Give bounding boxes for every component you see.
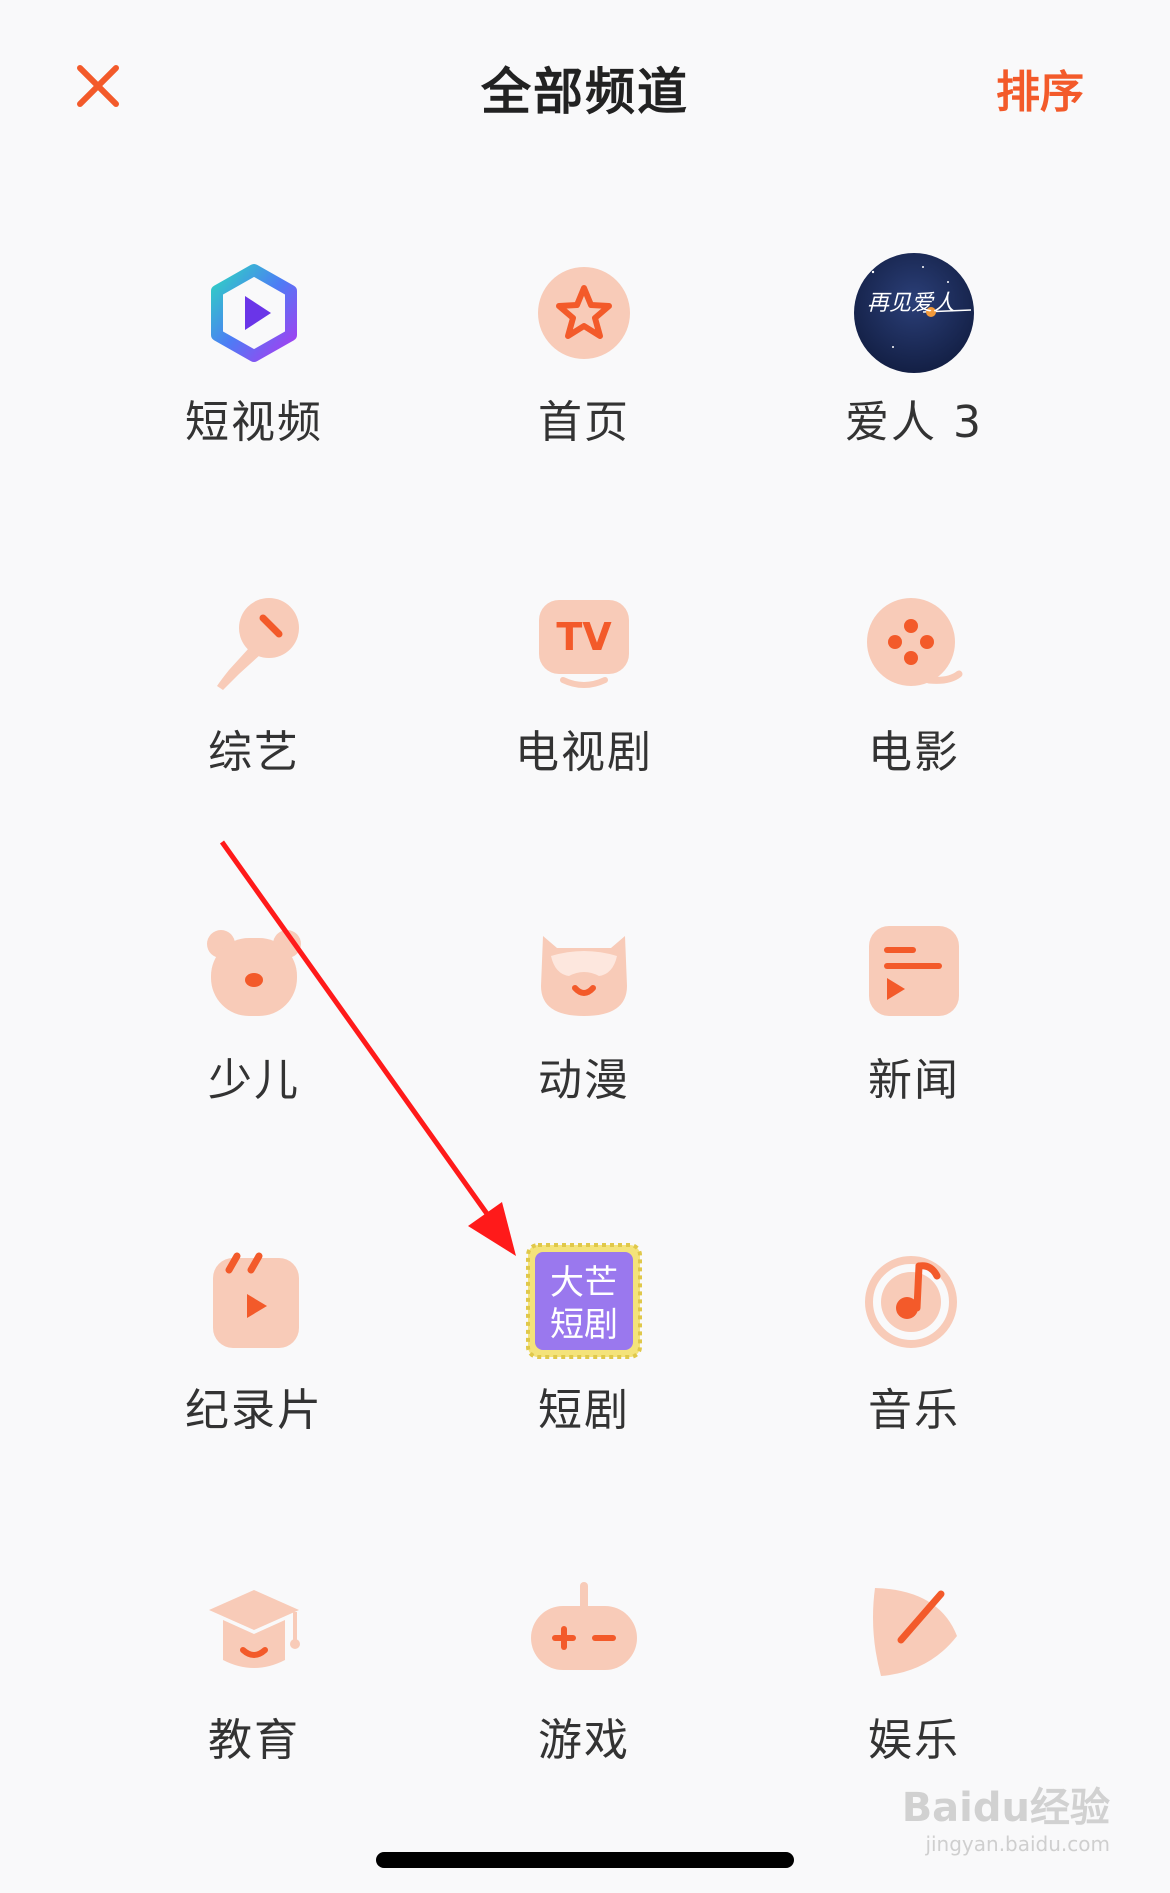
- documentary-icon: [199, 1246, 309, 1356]
- home-indicator[interactable]: [376, 1852, 794, 1868]
- channel-label: 音乐: [868, 1385, 960, 1436]
- channel-label: 娱乐: [868, 1715, 960, 1766]
- bear-icon: [199, 916, 309, 1026]
- watermark-logo: Baidu经验: [901, 1785, 1110, 1831]
- channel-anime[interactable]: 动漫: [434, 916, 734, 1176]
- channel-label: 综艺: [208, 727, 300, 778]
- channel-news[interactable]: 新闻: [764, 916, 1064, 1176]
- channel-label: 爱人 3: [845, 397, 983, 448]
- channel-short-drama[interactable]: 大芒 短剧 短剧: [434, 1243, 734, 1506]
- channel-label: 新闻: [868, 1055, 960, 1106]
- leaf-pen-icon: [859, 1576, 969, 1686]
- all-channels-page: 全部频道 排序 短视频 首页 再见爱人 爱人 3 综艺 TV 电视剧 电影 少儿…: [0, 0, 1170, 1893]
- anime-face-icon: [529, 916, 639, 1026]
- channel-grid: 短视频 首页 再见爱人 爱人 3 综艺 TV 电视剧 电影 少儿 动漫 新闻 纪…: [0, 0, 1170, 1893]
- channel-documentary[interactable]: 纪录片: [104, 1246, 404, 1506]
- channel-kids[interactable]: 少儿: [104, 916, 404, 1176]
- channel-label: 教育: [208, 1715, 300, 1766]
- channel-home[interactable]: 首页: [434, 258, 734, 518]
- music-note-icon: [859, 1246, 969, 1356]
- short-video-icon: [199, 258, 309, 368]
- tv-icon: TV: [529, 588, 639, 698]
- microphone-icon: [199, 588, 309, 698]
- channel-games[interactable]: 游戏: [434, 1576, 734, 1836]
- poster-caption: 再见爱人: [867, 291, 955, 316]
- channel-label: 纪录片: [185, 1385, 323, 1436]
- channel-variety[interactable]: 综艺: [104, 588, 404, 848]
- poster-thumbnail: 再见爱人: [853, 252, 975, 374]
- channel-label: 电影: [868, 727, 960, 778]
- channel-education[interactable]: 教育: [104, 1576, 404, 1836]
- channel-label: 短视频: [185, 397, 323, 448]
- channel-movie[interactable]: 电影: [764, 588, 1064, 848]
- channel-aiyren-3[interactable]: 再见爱人 爱人 3: [764, 253, 1064, 518]
- gamepad-icon: [529, 1576, 639, 1686]
- channel-label: 游戏: [538, 1715, 630, 1766]
- graduation-cap-icon: [199, 1576, 309, 1686]
- badge-text-bottom: 短剧: [550, 1305, 618, 1345]
- watermark-url: jingyan.baidu.com: [925, 1832, 1110, 1856]
- badge-text-top: 大芒: [550, 1263, 618, 1303]
- short-drama-badge: 大芒 短剧: [525, 1242, 643, 1360]
- news-icon: [859, 916, 969, 1026]
- channel-label: 首页: [538, 397, 630, 448]
- channel-label: 电视剧: [515, 727, 653, 778]
- channel-label: 短剧: [538, 1385, 630, 1436]
- channel-label: 动漫: [538, 1055, 630, 1106]
- channel-tv-series[interactable]: TV 电视剧: [434, 588, 734, 848]
- channel-short-video[interactable]: 短视频: [104, 258, 404, 518]
- channel-label: 少儿: [208, 1055, 300, 1106]
- film-reel-icon: [859, 588, 969, 698]
- svg-text:TV: TV: [556, 615, 612, 659]
- channel-music[interactable]: 音乐: [764, 1246, 1064, 1506]
- star-icon: [529, 258, 639, 368]
